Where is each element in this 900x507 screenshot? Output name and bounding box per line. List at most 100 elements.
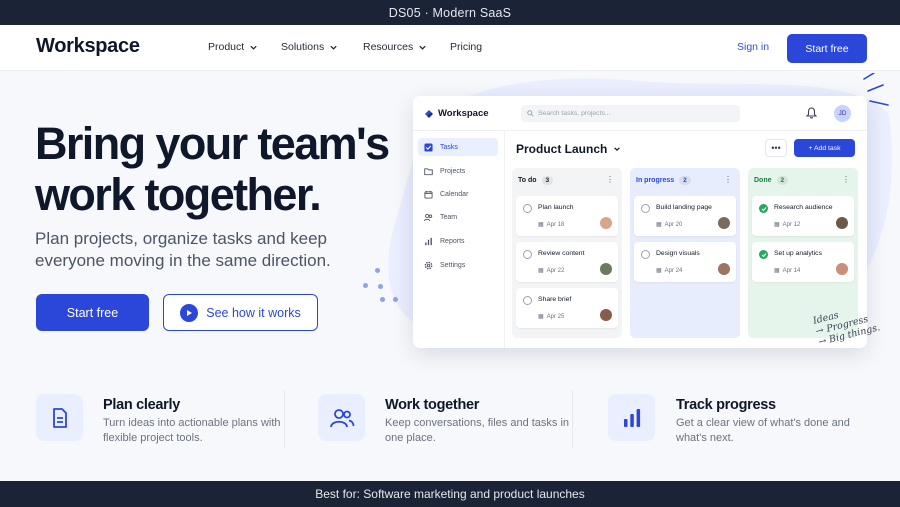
see-how-it-works-button[interactable]: See how it works — [163, 294, 318, 331]
team-icon — [424, 213, 433, 221]
column-title: To do — [518, 177, 537, 184]
column-in-progress: In progress 2 ⋮ Build landing page ▦ Apr … — [630, 168, 740, 338]
board-title[interactable]: Product Launch — [516, 142, 621, 156]
sidebar-item-label: Settings — [440, 261, 466, 269]
bottom-banner: Best for: Software marketing and product… — [0, 481, 900, 507]
nav-item-label: Solutions — [281, 41, 325, 53]
sidebar-item-label: Tasks — [440, 143, 458, 151]
assignee-avatar — [836, 263, 848, 275]
calendar-icon: ▦ — [656, 222, 662, 228]
column-count: 3 — [541, 176, 554, 185]
nav-item-solutions[interactable]: Solutions — [281, 41, 338, 53]
workspace-logo-icon — [425, 109, 433, 118]
calendar-icon: ▦ — [538, 268, 544, 274]
reports-icon — [425, 237, 432, 245]
calendar-icon: ▦ — [538, 314, 544, 320]
sidebar-item-label: Calendar — [440, 190, 469, 198]
task-title: Review content — [538, 250, 585, 257]
column-title: Done — [754, 177, 772, 184]
sidebar-item-reports[interactable]: Reports — [418, 232, 498, 250]
hero-start-free-button[interactable]: Start free — [36, 294, 149, 331]
nav-start-free-button[interactable]: Start free — [787, 34, 867, 63]
column-header: In progress 2 — [636, 176, 691, 185]
feature-desc: Turn ideas into actionable plans with fl… — [103, 417, 281, 444]
column-menu-icon[interactable]: ⋮ — [724, 175, 732, 184]
task-status-circle[interactable] — [641, 204, 650, 213]
assignee-avatar — [600, 309, 612, 321]
add-task-button[interactable]: + Add task — [794, 139, 855, 157]
calendar-icon: ▦ — [538, 222, 544, 228]
task-card[interactable]: Research audience ▦ Apr 12 — [752, 196, 854, 236]
feature-title: Track progress — [676, 397, 776, 413]
column-count: 2 — [776, 176, 789, 185]
task-date-text: Apr 24 — [664, 267, 683, 274]
task-status-circle[interactable] — [641, 250, 650, 259]
task-date-text: Apr 20 — [664, 221, 683, 228]
task-date: ▦ Apr 20 — [656, 221, 683, 229]
calendar-icon: ▦ — [774, 222, 780, 228]
task-status-circle[interactable] — [523, 296, 532, 305]
nav-item-pricing[interactable]: Pricing — [450, 41, 482, 53]
sign-in-link[interactable]: Sign in — [737, 41, 769, 53]
calendar-icon: ▦ — [774, 268, 780, 274]
task-title: Set up analytics — [774, 250, 822, 257]
column-todo: To do 3 ⋮ Plan launch ▦ Apr 18 Review con… — [512, 168, 622, 338]
column-title: In progress — [636, 177, 675, 184]
task-card[interactable]: Design visuals ▦ Apr 24 — [634, 242, 736, 282]
task-date: ▦ Apr 24 — [656, 267, 683, 275]
assignee-avatar — [836, 217, 848, 229]
task-date: ▦ Apr 12 — [774, 221, 800, 229]
sidebar-item-projects[interactable]: Projects — [418, 162, 498, 180]
chevron-down-icon — [614, 147, 621, 152]
chevron-down-icon — [330, 45, 337, 50]
task-title: Research audience — [774, 204, 833, 211]
task-date: ▦ Apr 25 — [538, 313, 565, 321]
task-card[interactable]: Build landing page ▦ Apr 20 — [634, 196, 736, 236]
check-icon[interactable] — [759, 204, 768, 213]
bell-icon[interactable] — [806, 107, 817, 119]
feature-divider — [572, 390, 573, 448]
app-sidebar: Tasks Projects Calendar Team Reports Set… — [413, 131, 505, 348]
feature-title: Work together — [385, 397, 480, 413]
task-status-circle[interactable] — [523, 250, 532, 259]
sidebar-item-settings[interactable]: Settings — [418, 256, 498, 274]
task-card[interactable]: Share brief ▦ Apr 25 — [516, 288, 618, 328]
more-options-button[interactable]: ••• — [765, 139, 787, 157]
task-card[interactable]: Review content ▦ Apr 22 — [516, 242, 618, 282]
nav-item-product[interactable]: Product — [208, 41, 258, 53]
task-status-circle[interactable] — [523, 204, 532, 213]
column-menu-icon[interactable]: ⋮ — [606, 175, 614, 184]
task-date-text: Apr 22 — [546, 267, 565, 274]
task-card[interactable]: Plan launch ▦ Apr 18 — [516, 196, 618, 236]
task-title: Share brief — [538, 296, 572, 303]
calendar-icon — [424, 190, 433, 199]
users-icon — [318, 394, 365, 441]
assignee-avatar — [600, 263, 612, 275]
feature-divider — [284, 390, 285, 448]
sidebar-item-team[interactable]: Team — [418, 208, 498, 226]
checkbox-icon — [424, 142, 433, 152]
top-banner: DS05 · Modern SaaS — [0, 0, 900, 25]
gear-icon — [424, 261, 433, 269]
logo[interactable]: Workspace — [36, 35, 140, 58]
assignee-avatar — [718, 263, 730, 275]
sidebar-item-label: Team — [440, 213, 458, 221]
task-card[interactable]: Set up analytics ▦ Apr 14 — [752, 242, 854, 282]
check-icon[interactable] — [759, 250, 768, 259]
column-header: Done 2 — [754, 176, 789, 185]
nav-item-resources[interactable]: Resources — [363, 41, 427, 53]
bottom-banner-label: Best for: Software marketing and product… — [315, 487, 585, 501]
task-date-text: Apr 25 — [546, 313, 565, 320]
headline-line: Bring your team's — [35, 118, 390, 169]
user-avatar[interactable]: JD — [834, 105, 851, 122]
sidebar-item-calendar[interactable]: Calendar — [418, 185, 498, 203]
column-menu-icon[interactable]: ⋮ — [842, 175, 850, 184]
app-logo: Workspace — [424, 108, 489, 119]
feature-title: Plan clearly — [103, 397, 181, 413]
task-date: ▦ Apr 14 — [774, 267, 801, 275]
sidebar-item-tasks[interactable]: Tasks — [418, 138, 498, 156]
app-search-input[interactable]: Search tasks, projects... — [521, 105, 740, 122]
nav-item-label: Resources — [363, 41, 414, 53]
task-date-text: Apr 14 — [782, 267, 801, 274]
nav-item-label: Pricing — [450, 41, 483, 53]
